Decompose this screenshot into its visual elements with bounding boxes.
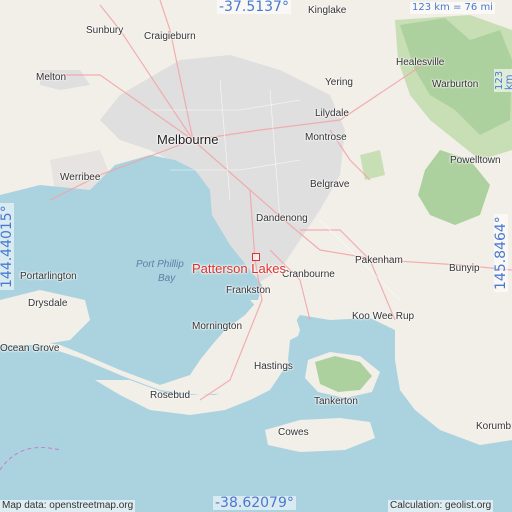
place-ocean-grove: Ocean Grove [0,343,60,354]
coord-left-label: 144.44015° [0,203,15,290]
place-montrose: Montrose [305,132,347,143]
coord-bottom-label: -38.62079° [213,495,296,511]
place-frankston: Frankston [226,285,271,296]
place-korumb: Korumb [476,421,512,432]
place-mornington: Mornington [192,321,243,332]
place-melbourne: Melbourne [157,132,219,147]
place-portarlington: Portarlington [20,271,77,282]
map-view[interactable]: -37.5137° -38.62079° 144.44015° 145.8464… [0,0,512,512]
place-port-phillip: Port Phillip [136,259,184,270]
place-rosebud: Rosebud [150,390,191,401]
place-werribee: Werribee [60,172,101,183]
scale-horizontal: 123 km = 76 mi [410,2,495,14]
place-craigieburn: Craigieburn [144,31,196,42]
place-koo-wee-rup: Koo Wee Rup [352,311,415,322]
place-warburton: Warburton [432,79,479,90]
place-kinglake: Kinglake [308,5,347,16]
attribution-text: Map data: openstreetmap.org [0,500,136,512]
coord-right-label: 145.8464° [493,214,509,292]
place-powelltown: Powelltown [450,155,501,166]
place-pakenham: Pakenham [355,255,403,266]
place-hastings: Hastings [254,361,293,372]
place-lilydale: Lilydale [315,108,349,119]
place-belgrave: Belgrave [310,179,350,190]
scale-vertical: 123 km = 76 mi [494,68,512,92]
calculation-text: Calculation: geolist.org [388,500,494,512]
place-dandenong: Dandenong [256,213,308,224]
coord-top-label: -37.5137° [217,0,291,15]
place-yering: Yering [325,77,353,88]
marker-label[interactable]: Patterson Lakes [192,262,286,275]
place-drysdale: Drysdale [28,298,68,309]
place-bay: Bay [158,273,176,284]
place-bunyip: Bunyip [449,263,480,274]
place-sunbury: Sunbury [86,25,124,36]
place-melton: Melton [36,72,67,83]
place-tankerton: Tankerton [314,396,358,407]
place-cowes: Cowes [278,427,309,438]
place-healesville: Healesville [396,57,445,68]
location-marker-icon[interactable] [252,253,260,261]
place-cranbourne: Cranbourne [282,269,335,280]
